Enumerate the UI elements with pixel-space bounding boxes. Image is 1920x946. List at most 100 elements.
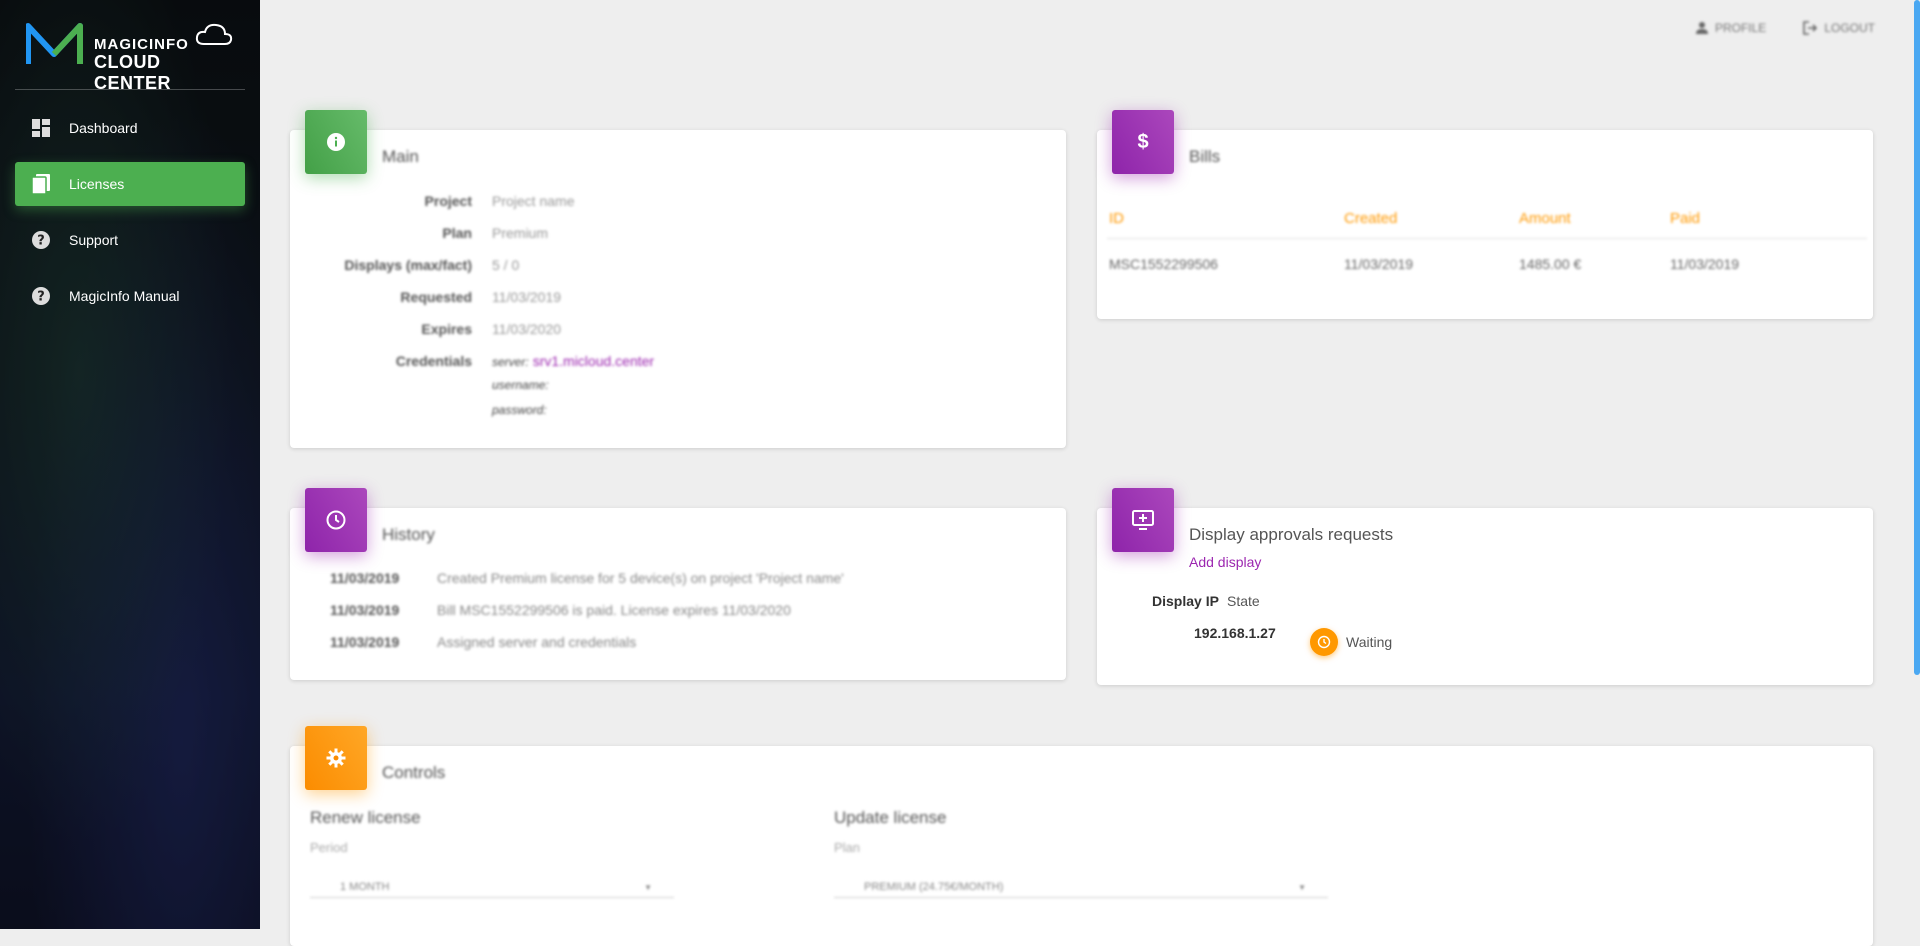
dashboard-icon <box>29 116 53 140</box>
renew-license-section: Renew license Period 1 MONTH ▼ <box>310 808 674 898</box>
controls-card-header-icon <box>305 726 367 790</box>
display-ip-header: Display IP <box>1152 593 1219 609</box>
cloud-icon <box>195 23 233 45</box>
chevron-down-icon: ▼ <box>1298 883 1306 892</box>
detail-row-displays: Displays (max/fact) 5 / 0 <box>290 257 1050 289</box>
credential-username: username: <box>492 378 549 392</box>
plan-select[interactable]: PREMIUM (24.75€/MONTH) ▼ <box>834 881 1328 898</box>
sidebar-item-manual[interactable]: ? MagicInfo Manual <box>15 274 245 318</box>
info-icon <box>327 133 345 151</box>
bills-card-header-icon: $ <box>1112 110 1174 174</box>
detail-row-expires: Expires 11/03/2020 <box>290 321 1050 353</box>
add-display-link[interactable]: Add display <box>1189 554 1261 570</box>
add-display-icon <box>1132 510 1154 530</box>
approvals-card-header-icon <box>1112 488 1174 552</box>
server-label: server: <box>492 355 529 369</box>
logout-link[interactable]: LOGOUT <box>1802 20 1875 36</box>
person-icon <box>1695 22 1708 34</box>
sidebar-item-support[interactable]: ? Support <box>15 218 245 262</box>
help-icon: ? <box>29 228 53 252</box>
list-item: 11/03/2019 Created Premium license for 5… <box>330 570 844 602</box>
clock-icon <box>326 510 346 530</box>
history-text: Created Premium license for 5 device(s) … <box>437 570 844 586</box>
table-row: MSC1552299506 11/03/2019 1485.00 € 11/03… <box>1107 239 1867 290</box>
main-card-header-icon <box>305 110 367 174</box>
detail-value: Premium <box>492 225 549 241</box>
approvals-card-title: Display approvals requests <box>1189 525 1394 544</box>
update-title: Update license <box>834 808 947 827</box>
detail-key: Requested <box>400 289 472 305</box>
sidebar-nav: Dashboard Licenses ? Support ? MagicInfo… <box>15 106 245 330</box>
logout-icon <box>1803 21 1818 35</box>
list-item: 11/03/2019 Assigned server and credentia… <box>330 634 844 666</box>
bills-col-created: Created <box>1342 198 1517 239</box>
brand-line2: CLOUD CENTER <box>94 52 172 93</box>
detail-row-plan: Plan Premium <box>290 225 1050 257</box>
main-card: Main Project Project name Plan Premium D… <box>290 110 1066 448</box>
history-date: 11/03/2019 <box>330 570 400 586</box>
controls-card-title: Controls <box>382 763 446 782</box>
display-ip-value: 192.168.1.27 <box>1194 625 1276 641</box>
bills-col-id: ID <box>1107 198 1342 239</box>
logout-label: LOGOUT <box>1824 21 1875 35</box>
sidebar-item-dashboard[interactable]: Dashboard <box>15 106 245 150</box>
list-item: 11/03/2019 Bill MSC1552299506 is paid. L… <box>330 602 844 634</box>
gear-icon <box>326 748 346 768</box>
bills-card: $ Bills ID Created Amount Paid MSC155229… <box>1097 110 1873 319</box>
approvals-card: Display approvals requests Add display D… <box>1097 488 1873 685</box>
detail-row-credentials: Credentials server: srv1.micloud.center u… <box>290 353 1050 428</box>
profile-label: PROFILE <box>1714 21 1767 35</box>
sidebar-item-label: Licenses <box>69 176 125 192</box>
update-license-section: Update license Plan PREMIUM (24.75€/MONT… <box>834 808 1328 898</box>
licenses-icon <box>29 172 53 196</box>
main-details: Project Project name Plan Premium Displa… <box>290 193 1050 428</box>
bill-amount: 1485.00 € <box>1519 256 1582 272</box>
detail-key: Displays (max/fact) <box>344 257 472 273</box>
period-select-value: 1 MONTH <box>340 881 390 893</box>
state-header: State <box>1227 593 1260 609</box>
profile-link[interactable]: PROFILE <box>1695 20 1766 36</box>
sidebar-item-label: Dashboard <box>69 120 138 136</box>
detail-value: 5 / 0 <box>492 257 520 273</box>
detail-key: Expires <box>421 321 472 337</box>
clock-icon <box>1310 628 1338 656</box>
svg-text:?: ? <box>37 234 45 249</box>
bills-col-amount: Amount <box>1517 198 1668 239</box>
sidebar: MAGICINFO CLOUD CENTER Dashboard License… <box>0 0 260 929</box>
update-plan-label: Plan <box>834 840 861 855</box>
period-select[interactable]: 1 MONTH ▼ <box>310 881 674 898</box>
detail-row-requested: Requested 11/03/2019 <box>290 289 1050 321</box>
dollar-icon: $ <box>1137 130 1149 153</box>
history-text: Bill MSC1552299506 is paid. License expi… <box>437 602 791 618</box>
brand-logo[interactable]: MAGICINFO CLOUD CENTER <box>26 22 236 93</box>
renew-title: Renew license <box>310 808 421 827</box>
main-card-title: Main <box>382 147 419 166</box>
detail-key: Project <box>424 193 472 209</box>
svg-text:?: ? <box>37 290 45 305</box>
credential-server: server: srv1.micloud.center <box>492 353 654 378</box>
history-list: 11/03/2019 Created Premium license for 5… <box>330 570 844 666</box>
sidebar-divider <box>15 89 245 90</box>
status-badge: Waiting <box>1310 628 1392 656</box>
detail-key: Credentials <box>395 353 472 369</box>
detail-row-project: Project Project name <box>290 193 1050 225</box>
history-card-title: History <box>382 525 435 544</box>
history-date: 11/03/2019 <box>330 634 400 650</box>
controls-card: Controls Renew license Period 1 MONTH ▼ … <box>290 726 1873 946</box>
history-text: Assigned server and credentials <box>437 634 637 650</box>
topbar: PROFILE LOGOUT <box>1695 20 1875 36</box>
bill-id: MSC1552299506 <box>1109 256 1218 272</box>
credential-password: password: <box>492 403 547 417</box>
sidebar-item-licenses[interactable]: Licenses <box>15 162 245 206</box>
renew-period-label: Period <box>310 840 348 855</box>
bills-card-title: Bills <box>1189 147 1221 166</box>
chevron-down-icon: ▼ <box>644 883 652 892</box>
detail-key: Plan <box>442 225 472 241</box>
bills-table: ID Created Amount Paid MSC1552299506 11/… <box>1107 198 1867 289</box>
sidebar-item-label: MagicInfo Manual <box>69 288 180 304</box>
brand-line1: MAGICINFO <box>94 36 189 53</box>
sidebar-item-label: Support <box>69 232 119 248</box>
server-link[interactable]: srv1.micloud.center <box>533 353 654 369</box>
detail-value: 11/03/2019 <box>492 289 562 305</box>
page-scrollbar[interactable] <box>1914 0 1920 675</box>
